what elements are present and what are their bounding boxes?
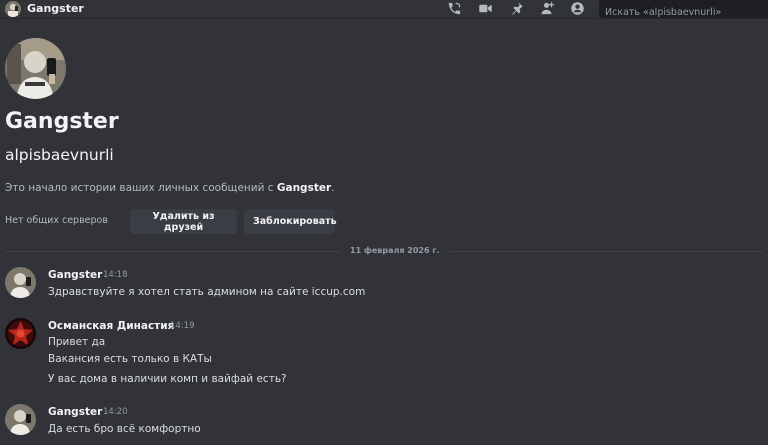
remove-friend-button[interactable]: Удалить из друзей <box>130 209 237 234</box>
mutual-servers-label: Нет общих серверов <box>5 215 108 226</box>
profile-display-name: Gangster <box>5 109 119 134</box>
message-avatar[interactable] <box>5 267 36 298</box>
profile-avatar[interactable] <box>5 38 66 99</box>
header-avatar[interactable] <box>5 1 21 17</box>
message-text: У вас дома в наличии комп и вайфай есть? <box>48 373 287 385</box>
video-call-icon[interactable] <box>476 0 494 16</box>
intro-name: Gangster <box>276 182 332 194</box>
message-author[interactable]: Gangster <box>48 405 102 419</box>
intro-text: Это начало истории ваших личных сообщени… <box>5 182 277 194</box>
add-friends-icon[interactable] <box>537 0 555 16</box>
pin-icon[interactable] <box>507 0 525 16</box>
message-avatar[interactable] <box>5 318 36 349</box>
message-text: Вакансия есть только в КАТы <box>48 353 212 365</box>
avatar-photo-icon <box>5 38 66 99</box>
avatar-photo-icon <box>5 1 21 17</box>
dynasty-emblem-icon <box>5 318 36 349</box>
message-timestamp: 14:20 <box>103 407 128 417</box>
phone-call-icon[interactable] <box>445 0 463 16</box>
search-box[interactable] <box>599 0 768 22</box>
user-profile-icon[interactable] <box>568 0 586 16</box>
conversation-intro: Это начало истории ваших личных сообщени… <box>5 181 334 195</box>
message-text: Привет да <box>48 336 106 348</box>
avatar-photo-icon <box>5 267 36 298</box>
message-text: Да есть бро всё комфортно <box>48 423 201 435</box>
date-divider-label: 11 февраля 2026 г. <box>340 245 450 257</box>
intro-suffix: . <box>331 182 335 194</box>
message-timestamp: 14:19 <box>170 321 195 331</box>
profile-username: alpisbaevnurli <box>5 146 114 164</box>
message-avatar[interactable] <box>5 404 36 435</box>
header-title: Gangster <box>27 2 84 15</box>
message-timestamp: 14:18 <box>103 270 128 280</box>
message-text: Здравствуйте я хотел стать админом на са… <box>48 286 366 298</box>
block-button[interactable]: Заблокировать <box>244 209 337 234</box>
conversation-area: Gangster alpisbaevnurli Это начало истор… <box>0 19 768 445</box>
message-author[interactable]: Османская Династия <box>48 319 174 333</box>
avatar-photo-icon <box>5 404 36 435</box>
message-author[interactable]: Gangster <box>48 268 102 282</box>
dm-header: Gangster <box>0 0 768 22</box>
